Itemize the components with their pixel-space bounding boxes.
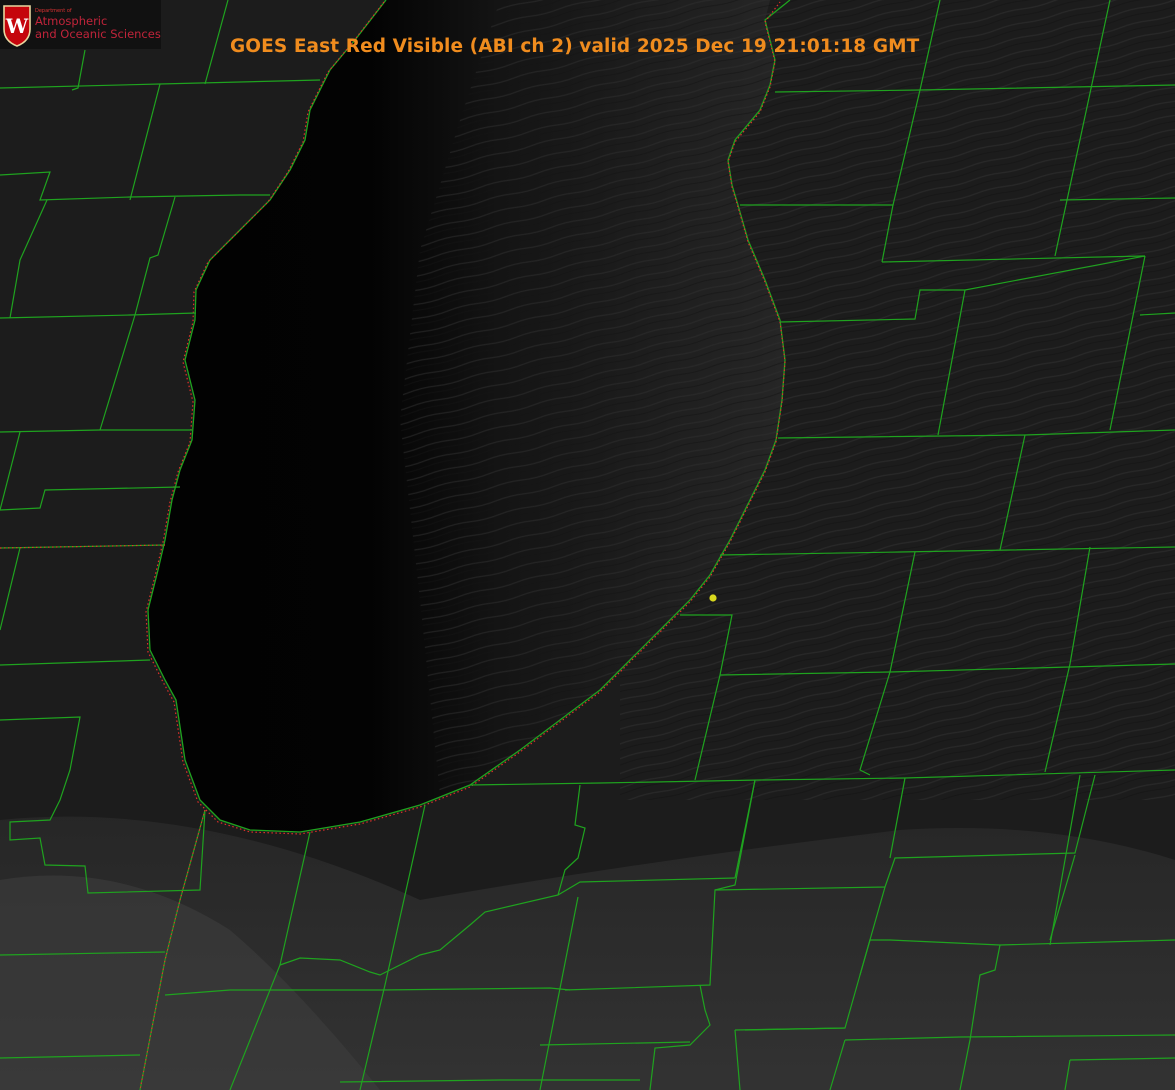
satellite-image: W Department of Atmospheric and Oceanic … (0, 0, 1175, 1090)
logo-line-2: and Oceanic Sciences (35, 27, 161, 41)
svg-text:W: W (5, 14, 29, 38)
uw-shield-icon: W (3, 5, 31, 47)
map-canvas (0, 0, 1175, 1090)
image-title: GOES East Red Visible (ABI ch 2) valid 2… (230, 36, 920, 57)
logo-line-1: Atmospheric (35, 14, 108, 28)
uw-aos-logo: W Department of Atmospheric and Oceanic … (0, 0, 161, 49)
station-marker (709, 594, 717, 602)
